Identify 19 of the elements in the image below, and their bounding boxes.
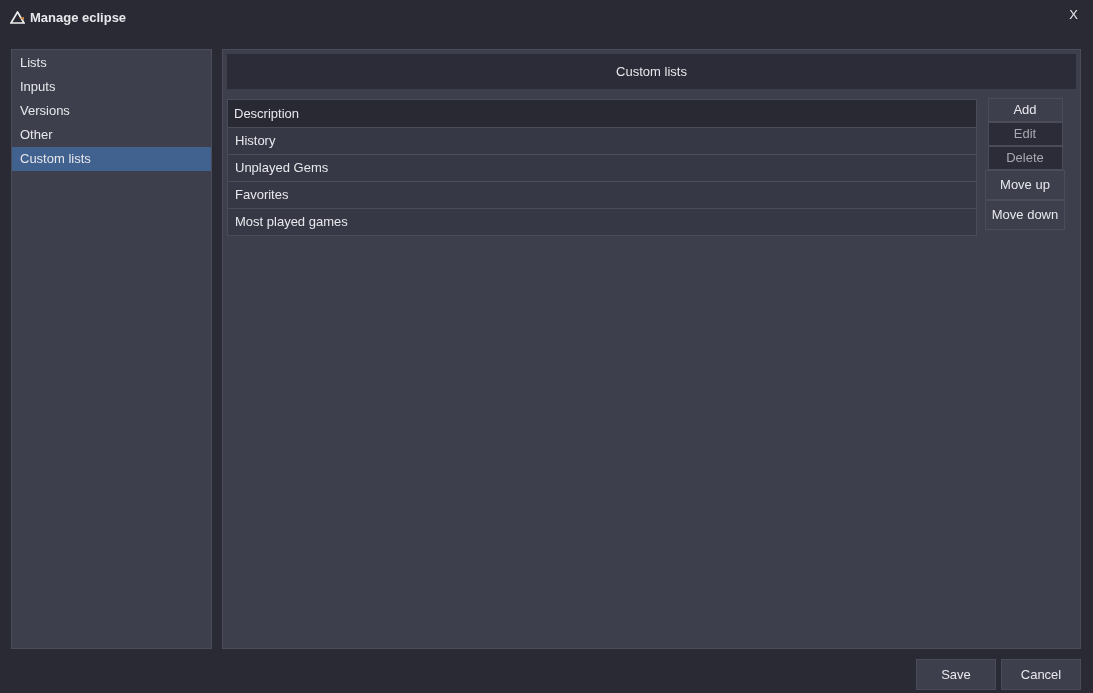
window-title: Manage eclipse xyxy=(30,8,127,27)
action-button[interactable]: Add xyxy=(987,98,1063,122)
footer-button[interactable]: Save xyxy=(916,659,996,690)
table-row[interactable]: History xyxy=(228,127,976,154)
section-title: Custom lists xyxy=(616,62,687,81)
sidebar-item[interactable]: Lists xyxy=(12,51,211,75)
sidebar-item[interactable]: Custom lists xyxy=(12,147,211,171)
action-button[interactable]: Move up xyxy=(985,170,1065,200)
table-row[interactable]: Unplayed Gems xyxy=(228,154,976,181)
prism-logo-icon xyxy=(10,11,25,24)
sidebar-item[interactable]: Inputs xyxy=(12,75,211,99)
close-button[interactable]: X xyxy=(1069,4,1078,25)
column-header[interactable]: Description xyxy=(228,100,976,127)
sidebar-item[interactable]: Other xyxy=(12,123,211,147)
sidebar-item[interactable]: Versions xyxy=(12,99,211,123)
action-button[interactable]: Move down xyxy=(985,200,1065,230)
footer-button[interactable]: Cancel xyxy=(1001,659,1081,690)
table-row[interactable]: Favorites xyxy=(228,181,976,208)
table-row[interactable]: Most played games xyxy=(228,208,976,235)
